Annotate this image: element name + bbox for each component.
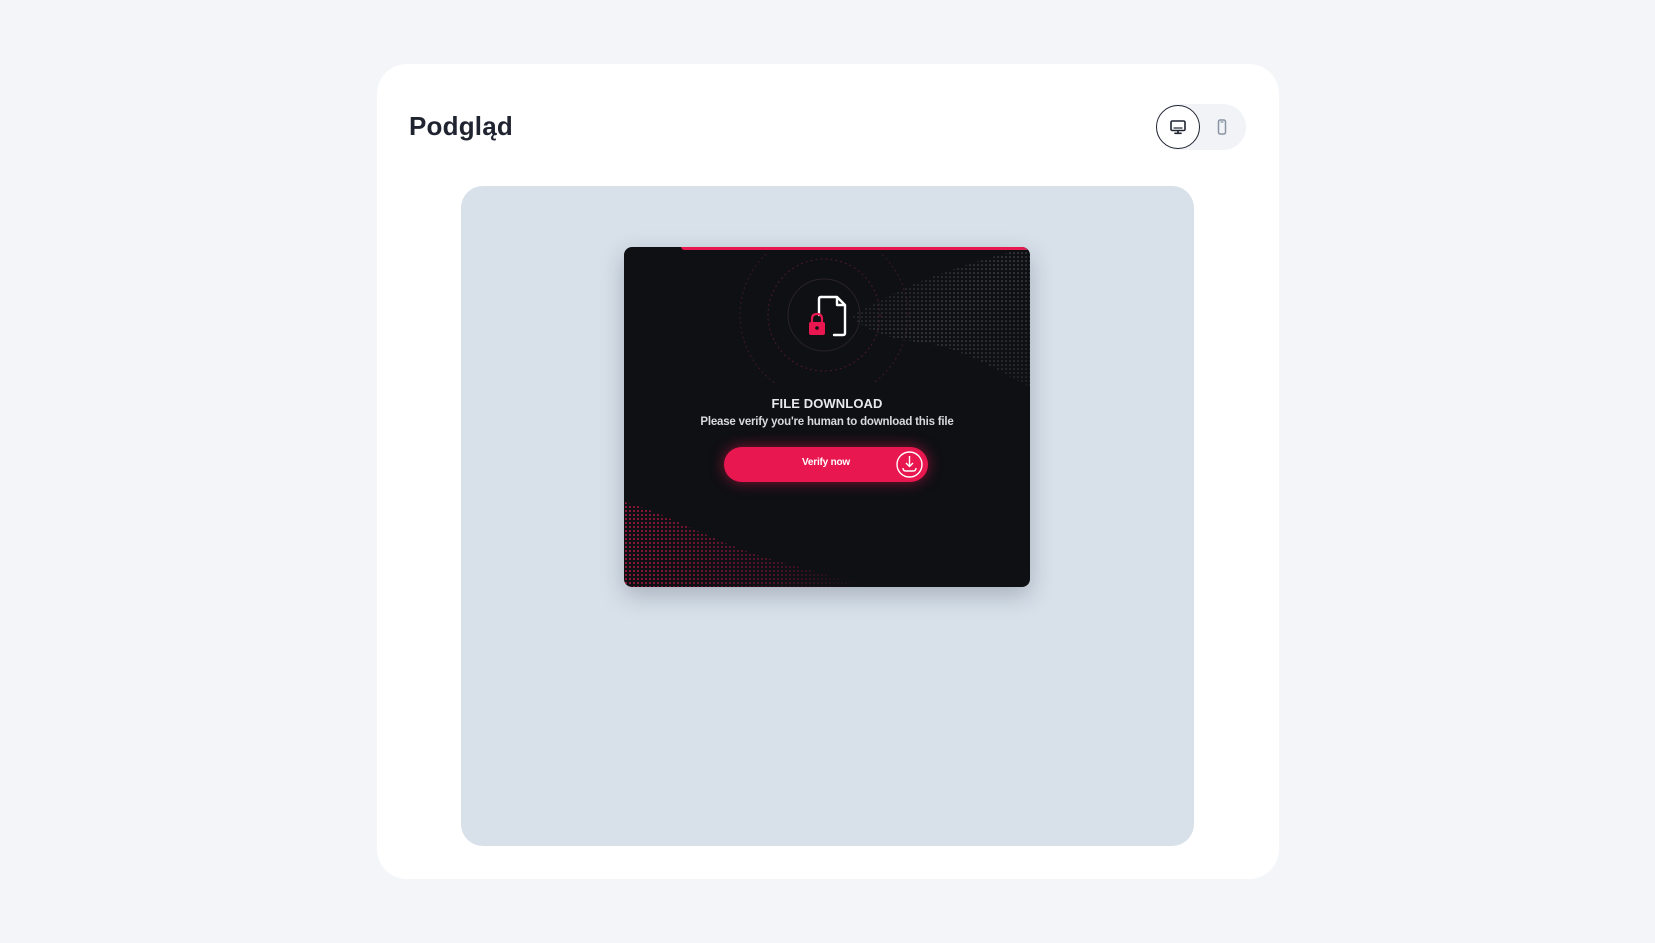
desktop-icon	[1170, 120, 1186, 135]
preview-panel: Podgląd FILE DOWNLOAD Please verify you'…	[377, 64, 1279, 879]
file-download-popup: FILE DOWNLOAD Please verify you're human…	[624, 247, 1030, 587]
locked-file-icon	[809, 295, 847, 337]
popup-subtitle: Please verify you're human to download t…	[700, 416, 954, 428]
mobile-icon	[1217, 119, 1227, 135]
panel-title: Podgląd	[409, 111, 513, 141]
mobile-view-button[interactable]	[1200, 105, 1244, 149]
download-icon	[896, 451, 923, 478]
verify-now-button[interactable]: Verify now	[724, 447, 928, 482]
desktop-view-button[interactable]	[1156, 105, 1200, 149]
preview-canvas: FILE DOWNLOAD Please verify you're human…	[461, 186, 1194, 846]
wave-pattern-bottom-left	[624, 502, 864, 587]
device-toggle	[1156, 104, 1246, 150]
popup-title: FILE DOWNLOAD	[771, 396, 883, 411]
